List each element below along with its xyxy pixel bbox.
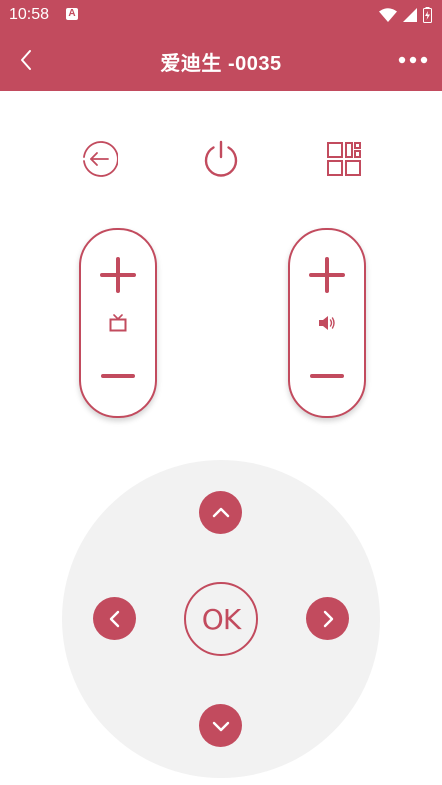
down-button[interactable] bbox=[199, 704, 242, 747]
plus-icon bbox=[100, 257, 136, 293]
minus-icon bbox=[101, 374, 135, 378]
volume-up-button[interactable] bbox=[309, 257, 345, 293]
ok-button[interactable]: OK bbox=[184, 582, 258, 656]
title-bar: 爱迪生 -0035 bbox=[0, 30, 442, 91]
status-bar: 10:58 A bbox=[0, 0, 442, 30]
status-indicators bbox=[379, 6, 432, 24]
chevron-left-icon bbox=[109, 610, 119, 627]
channel-up-button[interactable] bbox=[100, 257, 136, 293]
power-icon bbox=[204, 140, 238, 177]
chevron-down-icon bbox=[212, 721, 229, 731]
wifi-icon bbox=[379, 8, 397, 22]
up-button[interactable] bbox=[199, 491, 242, 534]
chevron-right-icon bbox=[323, 610, 333, 627]
right-button[interactable] bbox=[306, 597, 349, 640]
status-time: 10:58 bbox=[9, 6, 50, 23]
signal-icon bbox=[403, 8, 417, 22]
return-button[interactable] bbox=[75, 136, 121, 182]
battery-icon bbox=[423, 7, 432, 23]
direction-pad: OK bbox=[62, 460, 380, 778]
app-header: 10:58 A 爱迪生 -0035 bbox=[0, 0, 442, 91]
menu-button[interactable] bbox=[321, 136, 367, 182]
plus-icon bbox=[309, 257, 345, 293]
speaker-icon bbox=[318, 314, 336, 332]
channel-down-button[interactable] bbox=[100, 358, 136, 394]
apps-grid-icon bbox=[327, 142, 361, 176]
page-title: 爱迪生 -0035 bbox=[160, 53, 282, 75]
tv-icon bbox=[109, 314, 127, 332]
a-icon: A bbox=[66, 8, 78, 20]
minus-icon bbox=[310, 374, 344, 378]
more-button[interactable] bbox=[398, 46, 428, 74]
volume-rocker bbox=[288, 228, 366, 418]
return-arrow-icon bbox=[83, 141, 118, 177]
channel-rocker bbox=[79, 228, 157, 418]
more-horizontal-icon bbox=[398, 56, 428, 64]
chevron-up-icon bbox=[212, 507, 229, 517]
power-button[interactable] bbox=[198, 136, 244, 182]
left-button[interactable] bbox=[93, 597, 136, 640]
volume-down-button[interactable] bbox=[309, 358, 345, 394]
